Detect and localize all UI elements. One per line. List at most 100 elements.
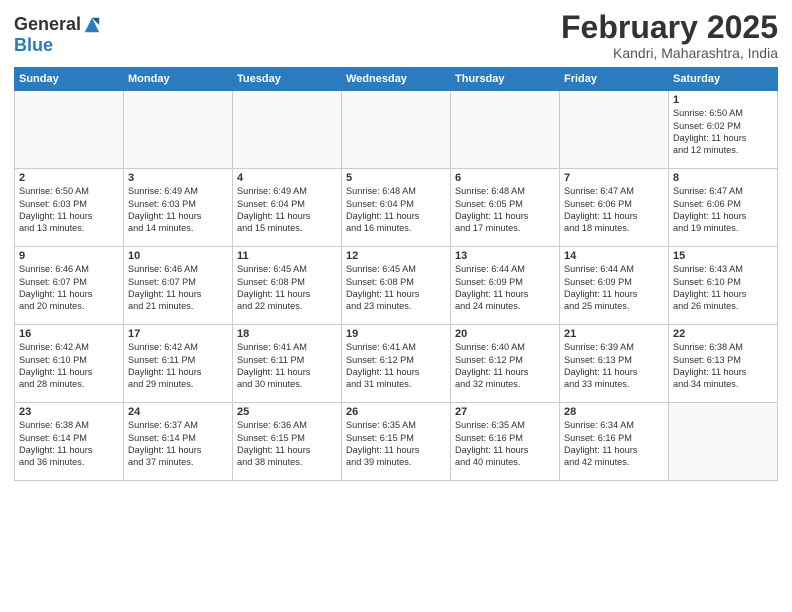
day-info: Sunrise: 6:45 AMSunset: 6:08 PMDaylight:… [346,263,446,313]
weekday-tuesday: Tuesday [233,68,342,91]
weekday-friday: Friday [560,68,669,91]
month-title: February 2025 [561,10,778,45]
calendar-cell: 19Sunrise: 6:41 AMSunset: 6:12 PMDayligh… [342,325,451,403]
logo-general: General [14,14,81,35]
calendar-cell [342,91,451,169]
day-info: Sunrise: 6:36 AMSunset: 6:15 PMDaylight:… [237,419,337,469]
logo: General Blue [14,14,101,56]
calendar-cell: 16Sunrise: 6:42 AMSunset: 6:10 PMDayligh… [15,325,124,403]
calendar-cell [124,91,233,169]
day-number: 13 [455,250,555,262]
calendar-cell: 24Sunrise: 6:37 AMSunset: 6:14 PMDayligh… [124,403,233,481]
day-number: 27 [455,406,555,418]
day-info: Sunrise: 6:37 AMSunset: 6:14 PMDaylight:… [128,419,228,469]
day-number: 22 [673,328,773,340]
day-number: 24 [128,406,228,418]
calendar-cell: 3Sunrise: 6:49 AMSunset: 6:03 PMDaylight… [124,169,233,247]
day-info: Sunrise: 6:45 AMSunset: 6:08 PMDaylight:… [237,263,337,313]
day-number: 1 [673,94,773,106]
day-number: 26 [346,406,446,418]
day-number: 3 [128,172,228,184]
weekday-monday: Monday [124,68,233,91]
weekday-saturday: Saturday [669,68,778,91]
day-info: Sunrise: 6:49 AMSunset: 6:03 PMDaylight:… [128,185,228,235]
calendar-cell: 2Sunrise: 6:50 AMSunset: 6:03 PMDaylight… [15,169,124,247]
calendar-cell: 26Sunrise: 6:35 AMSunset: 6:15 PMDayligh… [342,403,451,481]
day-info: Sunrise: 6:34 AMSunset: 6:16 PMDaylight:… [564,419,664,469]
day-info: Sunrise: 6:49 AMSunset: 6:04 PMDaylight:… [237,185,337,235]
day-info: Sunrise: 6:43 AMSunset: 6:10 PMDaylight:… [673,263,773,313]
day-number: 4 [237,172,337,184]
calendar-cell [451,91,560,169]
calendar-cell: 27Sunrise: 6:35 AMSunset: 6:16 PMDayligh… [451,403,560,481]
day-info: Sunrise: 6:42 AMSunset: 6:10 PMDaylight:… [19,341,119,391]
day-number: 17 [128,328,228,340]
day-info: Sunrise: 6:41 AMSunset: 6:11 PMDaylight:… [237,341,337,391]
day-info: Sunrise: 6:39 AMSunset: 6:13 PMDaylight:… [564,341,664,391]
day-info: Sunrise: 6:46 AMSunset: 6:07 PMDaylight:… [128,263,228,313]
calendar-cell: 4Sunrise: 6:49 AMSunset: 6:04 PMDaylight… [233,169,342,247]
day-number: 9 [19,250,119,262]
day-number: 18 [237,328,337,340]
calendar-cell: 23Sunrise: 6:38 AMSunset: 6:14 PMDayligh… [15,403,124,481]
week-row-0: 1Sunrise: 6:50 AMSunset: 6:02 PMDaylight… [15,91,778,169]
calendar-cell: 12Sunrise: 6:45 AMSunset: 6:08 PMDayligh… [342,247,451,325]
calendar-cell: 22Sunrise: 6:38 AMSunset: 6:13 PMDayligh… [669,325,778,403]
day-info: Sunrise: 6:50 AMSunset: 6:03 PMDaylight:… [19,185,119,235]
weekday-wednesday: Wednesday [342,68,451,91]
day-info: Sunrise: 6:47 AMSunset: 6:06 PMDaylight:… [673,185,773,235]
day-info: Sunrise: 6:38 AMSunset: 6:14 PMDaylight:… [19,419,119,469]
calendar-cell: 15Sunrise: 6:43 AMSunset: 6:10 PMDayligh… [669,247,778,325]
day-number: 19 [346,328,446,340]
week-row-4: 23Sunrise: 6:38 AMSunset: 6:14 PMDayligh… [15,403,778,481]
location: Kandri, Maharashtra, India [561,45,778,61]
day-number: 7 [564,172,664,184]
day-number: 15 [673,250,773,262]
day-number: 12 [346,250,446,262]
calendar-cell [233,91,342,169]
week-row-2: 9Sunrise: 6:46 AMSunset: 6:07 PMDaylight… [15,247,778,325]
day-info: Sunrise: 6:42 AMSunset: 6:11 PMDaylight:… [128,341,228,391]
day-number: 8 [673,172,773,184]
calendar-cell: 10Sunrise: 6:46 AMSunset: 6:07 PMDayligh… [124,247,233,325]
day-info: Sunrise: 6:40 AMSunset: 6:12 PMDaylight:… [455,341,555,391]
day-info: Sunrise: 6:46 AMSunset: 6:07 PMDaylight:… [19,263,119,313]
day-number: 2 [19,172,119,184]
calendar-cell: 18Sunrise: 6:41 AMSunset: 6:11 PMDayligh… [233,325,342,403]
calendar-cell: 7Sunrise: 6:47 AMSunset: 6:06 PMDaylight… [560,169,669,247]
calendar-cell: 17Sunrise: 6:42 AMSunset: 6:11 PMDayligh… [124,325,233,403]
calendar-cell [15,91,124,169]
calendar-cell: 6Sunrise: 6:48 AMSunset: 6:05 PMDaylight… [451,169,560,247]
day-info: Sunrise: 6:48 AMSunset: 6:05 PMDaylight:… [455,185,555,235]
header: General Blue February 2025 Kandri, Mahar… [14,10,778,61]
day-info: Sunrise: 6:41 AMSunset: 6:12 PMDaylight:… [346,341,446,391]
day-number: 25 [237,406,337,418]
day-info: Sunrise: 6:44 AMSunset: 6:09 PMDaylight:… [564,263,664,313]
day-number: 28 [564,406,664,418]
day-number: 10 [128,250,228,262]
calendar-cell: 9Sunrise: 6:46 AMSunset: 6:07 PMDaylight… [15,247,124,325]
calendar-cell: 1Sunrise: 6:50 AMSunset: 6:02 PMDaylight… [669,91,778,169]
calendar-cell: 8Sunrise: 6:47 AMSunset: 6:06 PMDaylight… [669,169,778,247]
calendar-cell [560,91,669,169]
day-number: 23 [19,406,119,418]
day-info: Sunrise: 6:35 AMSunset: 6:15 PMDaylight:… [346,419,446,469]
week-row-1: 2Sunrise: 6:50 AMSunset: 6:03 PMDaylight… [15,169,778,247]
day-info: Sunrise: 6:38 AMSunset: 6:13 PMDaylight:… [673,341,773,391]
logo-blue: Blue [14,35,101,56]
day-number: 16 [19,328,119,340]
calendar-cell: 25Sunrise: 6:36 AMSunset: 6:15 PMDayligh… [233,403,342,481]
calendar-table: SundayMondayTuesdayWednesdayThursdayFrid… [14,67,778,481]
day-info: Sunrise: 6:44 AMSunset: 6:09 PMDaylight:… [455,263,555,313]
week-row-3: 16Sunrise: 6:42 AMSunset: 6:10 PMDayligh… [15,325,778,403]
page-container: General Blue February 2025 Kandri, Mahar… [0,0,792,489]
day-number: 11 [237,250,337,262]
calendar-cell: 14Sunrise: 6:44 AMSunset: 6:09 PMDayligh… [560,247,669,325]
day-info: Sunrise: 6:47 AMSunset: 6:06 PMDaylight:… [564,185,664,235]
weekday-thursday: Thursday [451,68,560,91]
calendar-cell: 13Sunrise: 6:44 AMSunset: 6:09 PMDayligh… [451,247,560,325]
title-block: February 2025 Kandri, Maharashtra, India [561,10,778,61]
day-number: 5 [346,172,446,184]
logo-icon [83,16,101,34]
calendar-cell [669,403,778,481]
